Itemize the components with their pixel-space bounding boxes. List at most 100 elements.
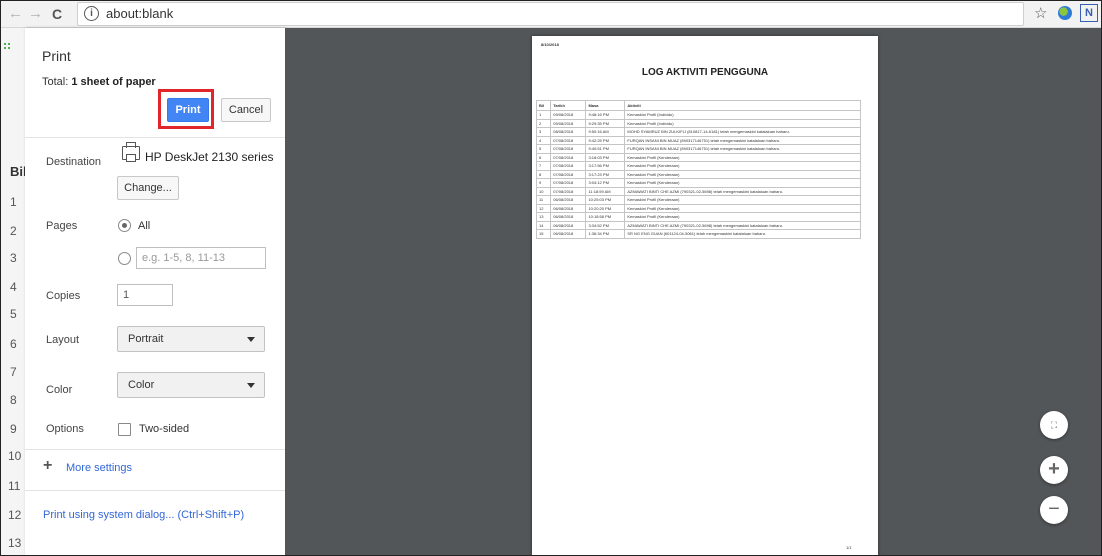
table-row: 10 07/08/2018 11:18:59 AM AZMAWATI BINTI CH… — [535, 186, 861, 196]
bookmark-star-icon[interactable]: ☆ — [1034, 4, 1047, 22]
two-sided-label[interactable]: Two-sided — [139, 423, 189, 435]
background-row-number: 1 — [10, 195, 17, 209]
pages-range-input[interactable]: e.g. 1-5, 8, 11-13 — [136, 247, 266, 269]
pages-all-label[interactable]: All — [138, 220, 150, 232]
chevron-down-icon — [247, 337, 255, 342]
table-cell: AZMAWATI BINTI CHE AZMI (790321-02-5698)… — [624, 186, 861, 196]
table-row: 1 09/08/2018 9:48:16 PM Kemaskini Profil (I… — [535, 110, 861, 120]
table-cell: FURQAN INSANI BIN MUAZ (890317146751) te… — [624, 135, 861, 145]
table-row: 12 06/08/2018 10:20:20 PM Kemaskini Profil … — [535, 203, 861, 213]
cancel-button[interactable]: Cancel — [221, 98, 271, 122]
table-row: 11 06/08/2018 10:25:03 PM Kemaskini Profil … — [535, 195, 861, 205]
print-button[interactable]: Print — [167, 98, 209, 122]
destination-value: HP DeskJet 2130 series — [145, 150, 274, 164]
table-row: 4 07/08/2018 9:42:25 PM FURQAN INSANI BIN M… — [535, 135, 861, 145]
background-page-strip: Bil 1 2 3 4 5 6 7 8 9 10 11 12 13 — [1, 28, 27, 555]
table-cell: 07/08/2018 — [550, 169, 587, 179]
column-header: Bil — [535, 100, 552, 111]
url-text[interactable]: about:blank — [106, 6, 173, 21]
print-preview-area: 8/10/2018 LOG AKTIVITI PENGGUNA Bil Tari… — [285, 28, 1101, 555]
column-header: Masa — [585, 100, 626, 111]
options-label: Options — [46, 423, 84, 435]
table-cell: FURQAN INSANI BIN MUAZ (890317146751) te… — [624, 144, 861, 154]
extension-globe-icon[interactable] — [1058, 6, 1072, 20]
table-cell: 11:18:59 AM — [585, 186, 626, 196]
table-header-row: Bil Tarikh Masa Aktiviti — [535, 100, 861, 111]
table-cell: SR NG ENG GUAN (601124-04-5061) telah me… — [624, 229, 861, 239]
address-bar[interactable]: i about:blank — [77, 2, 1024, 26]
system-dialog-link[interactable]: Print using system dialog... (Ctrl+Shift… — [43, 509, 244, 521]
table-cell: Kemaskini Profil (Kenderaan) — [624, 178, 861, 188]
extension-n-icon[interactable]: N — [1080, 4, 1098, 22]
preview-page: 8/10/2018 LOG AKTIVITI PENGGUNA Bil Tari… — [532, 36, 878, 555]
table-row: 6 07/08/2018 3:18:03 PM Kemaskini Profil (K… — [535, 152, 861, 162]
table-cell: 06/08/2018 — [550, 212, 587, 222]
background-row-number: 11 — [8, 479, 21, 493]
pages-custom-radio[interactable] — [118, 252, 131, 265]
table-cell: 3:18:03 PM — [585, 152, 626, 162]
table-cell: Kemaskini Profil (Individu) — [624, 110, 861, 120]
table-cell: 07/08/2018 — [550, 186, 587, 196]
sheet-count-value: 1 sheet of paper — [71, 76, 156, 88]
table-cell: 06/08/2018 — [550, 229, 587, 239]
table-cell: 1 — [535, 110, 552, 120]
table-cell: 11 — [535, 195, 552, 205]
change-destination-button[interactable]: Change... — [117, 176, 179, 200]
table-cell: 9 — [535, 178, 552, 188]
info-icon[interactable]: i — [84, 6, 99, 21]
background-row-number: 12 — [8, 508, 22, 522]
table-cell: 3 — [535, 127, 552, 137]
two-sided-checkbox[interactable] — [118, 423, 131, 436]
back-icon[interactable]: ← — [8, 4, 23, 24]
table-cell: 06/08/2018 — [550, 220, 587, 230]
table-cell: MOHD SYAMRUZ BIN ZULKIFLI (810817-14-618… — [624, 127, 861, 137]
print-title: Print — [42, 48, 71, 64]
table-cell: 10 — [535, 186, 552, 196]
table-cell: 07/08/2018 — [550, 152, 587, 162]
color-label: Color — [46, 384, 73, 396]
table-cell: 3:04:12 PM — [585, 178, 626, 188]
table-cell: 13 — [535, 212, 552, 222]
pages-all-radio[interactable] — [118, 219, 131, 232]
table-cell: 07/08/2018 — [550, 135, 587, 145]
background-row-number: 6 — [10, 337, 17, 351]
table-cell: 10:20:20 PM — [585, 203, 626, 213]
printer-icon — [122, 142, 140, 162]
table-row: 15 06/08/2018 1:36:34 PM SR NG ENG GUAN (60… — [535, 229, 861, 239]
fit-to-page-icon[interactable]: ⛶ — [1040, 411, 1068, 439]
report-title: LOG AKTIVITI PENGGUNA — [641, 67, 769, 78]
page-date: 8/10/2018 — [541, 42, 559, 47]
zoom-out-icon[interactable]: − — [1040, 496, 1068, 524]
sheet-count-prefix: Total: — [42, 76, 72, 88]
table-cell: Kemaskini Profil (Kenderaan) — [624, 195, 861, 205]
divider — [25, 137, 285, 138]
reload-icon[interactable]: C — [52, 4, 62, 24]
table-row: 5 07/08/2018 9:40:51 PM FURQAN INSANI BIN M… — [535, 144, 861, 154]
zoom-in-icon[interactable]: + — [1040, 456, 1068, 484]
background-row-number: 4 — [10, 280, 17, 294]
table-cell: 9:29:35 PM — [585, 118, 626, 128]
layout-select[interactable]: Portrait — [117, 326, 265, 352]
more-settings-link[interactable]: More settings — [66, 462, 132, 474]
sheet-count: Total: 1 sheet of paper — [42, 76, 156, 88]
forward-icon[interactable]: → — [28, 4, 43, 24]
color-select[interactable]: Color — [117, 372, 265, 398]
table-cell: 14 — [535, 220, 552, 230]
table-cell: 3:17:23 PM — [585, 169, 626, 179]
table-row: 8 07/08/2018 3:17:23 PM Kemaskini Profil (K… — [535, 169, 861, 179]
table-cell: 9:40:51 PM — [585, 144, 626, 154]
pages-label: Pages — [46, 220, 78, 232]
table-cell: 12 — [535, 203, 552, 213]
table-cell: 06/08/2018 — [550, 203, 587, 213]
divider — [25, 490, 285, 491]
color-select-value: Color — [128, 379, 155, 391]
plus-icon[interactable]: + — [43, 458, 52, 474]
background-row-number: 8 — [10, 393, 17, 407]
table-cell: Kemaskini Profil (Kenderaan) — [624, 212, 861, 222]
apps-grid-icon — [3, 42, 11, 50]
copies-input[interactable]: 1 — [117, 284, 173, 306]
table-cell: 07/08/2018 — [550, 178, 587, 188]
background-row-number: 2 — [10, 224, 17, 238]
table-cell: Kemaskini Profil (Kenderaan) — [624, 203, 861, 213]
table-body: 1 09/08/2018 9:48:16 PM Kemaskini Profil (I… — [535, 110, 861, 239]
